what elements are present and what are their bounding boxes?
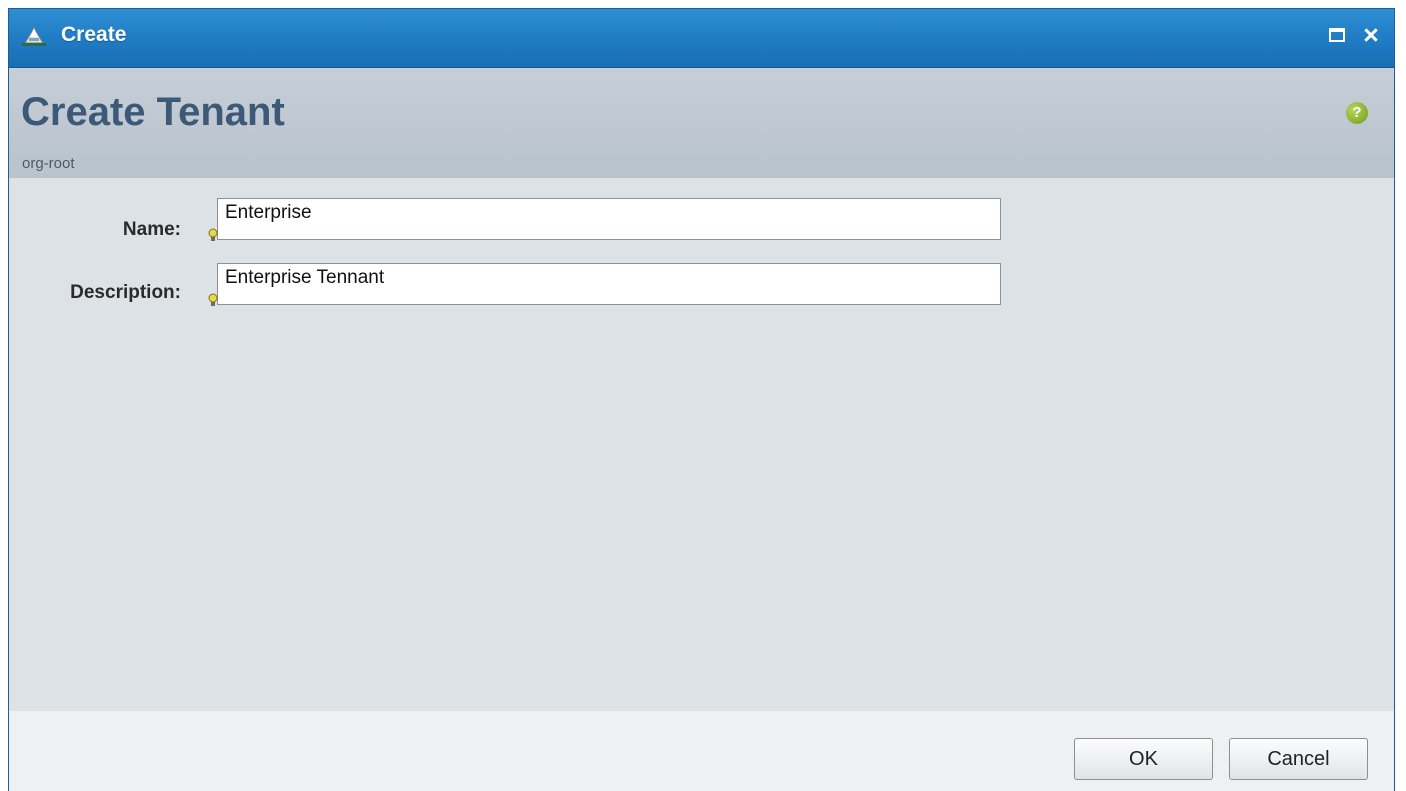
required-bulb-icon <box>208 293 218 306</box>
create-dialog: Create × Create Tenant org-root ? Name: … <box>8 8 1395 791</box>
org-path: org-root <box>22 155 75 172</box>
page-title: Create Tenant <box>21 90 285 134</box>
dialog-title: Create <box>61 23 127 46</box>
maximize-icon[interactable] <box>1329 28 1345 42</box>
ok-button[interactable]: OK <box>1074 738 1213 780</box>
help-icon[interactable]: ? <box>1346 102 1368 124</box>
description-label: Description: <box>70 282 181 303</box>
close-icon[interactable]: × <box>1360 22 1382 49</box>
required-bulb-icon <box>208 228 218 241</box>
name-label: Name: <box>122 219 181 240</box>
dialog-titlebar[interactable]: Create × <box>9 9 1394 68</box>
name-field[interactable] <box>217 198 1001 240</box>
dialog-footer: OK Cancel <box>9 711 1394 791</box>
description-field[interactable] <box>217 263 1001 305</box>
dialog-header: Create Tenant org-root ? <box>9 68 1394 178</box>
form-area: Name: Description: <box>9 178 1394 711</box>
tenant-icon <box>22 27 46 46</box>
cancel-button[interactable]: Cancel <box>1229 738 1368 780</box>
